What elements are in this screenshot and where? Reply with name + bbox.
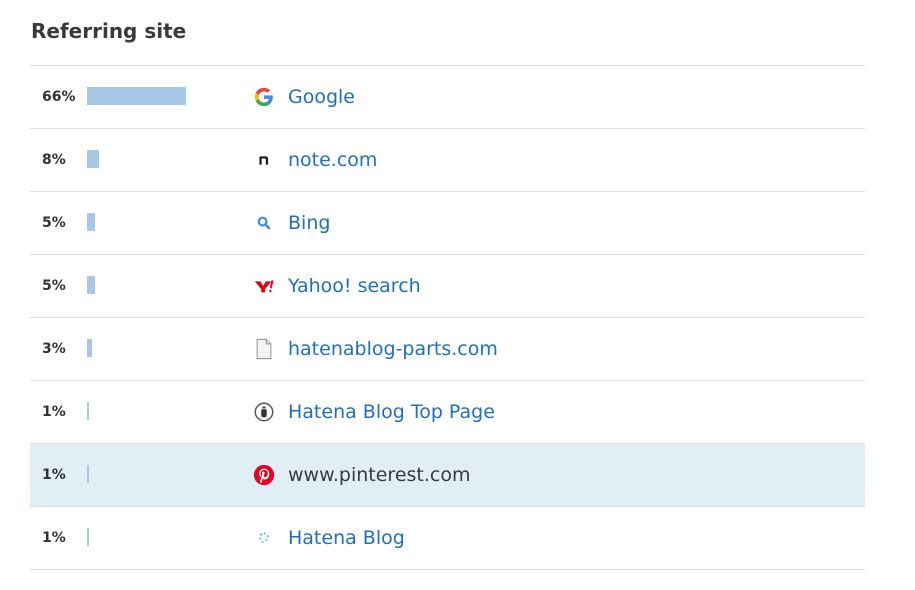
section-title: Referring site xyxy=(31,19,187,43)
referrer-link-hatenablog-parts[interactable]: hatenablog-parts.com xyxy=(288,318,498,380)
share-bar xyxy=(87,150,187,168)
percentage-label: 8% xyxy=(42,152,66,168)
referrer-link-bing[interactable]: Bing xyxy=(288,192,330,254)
hatena-blog-icon xyxy=(253,527,275,549)
share-bar xyxy=(87,276,187,294)
share-bar xyxy=(87,465,187,483)
share-bar-fill xyxy=(87,402,89,420)
referrer-row: 5% Bing xyxy=(30,192,865,255)
referrer-link-hatena-blog[interactable]: Hatena Blog xyxy=(288,507,405,569)
referrer-link-hatena-blog-top-page[interactable]: Hatena Blog Top Page xyxy=(288,381,495,443)
share-bar-fill xyxy=(87,276,95,294)
note-icon xyxy=(253,149,275,171)
referrer-link-yahoo[interactable]: Yahoo! search xyxy=(288,255,421,317)
share-bar-fill xyxy=(87,213,95,231)
share-bar-fill xyxy=(87,87,186,105)
share-bar xyxy=(87,87,187,105)
referrer-link-google[interactable]: Google xyxy=(288,66,355,128)
referrer-row: 3% hatenablog-parts.com xyxy=(30,318,865,381)
google-icon xyxy=(253,86,275,108)
share-bar xyxy=(87,402,187,420)
percentage-label: 3% xyxy=(42,341,66,357)
hatena-blog-top-icon xyxy=(253,401,275,423)
referrer-row: 5% Yahoo! search xyxy=(30,255,865,318)
share-bar xyxy=(87,339,187,357)
percentage-label: 5% xyxy=(42,278,66,294)
share-bar-fill xyxy=(87,465,89,483)
percentage-label: 1% xyxy=(42,467,66,483)
bing-search-icon xyxy=(253,212,275,234)
referrer-row: 66% Google xyxy=(30,66,865,129)
percentage-label: 66% xyxy=(42,89,76,105)
referrer-row: 1% Hatena Blog Top Page xyxy=(30,381,865,444)
percentage-label: 1% xyxy=(42,404,66,420)
referrer-row: 1% Hatena Blog xyxy=(30,507,865,570)
yahoo-icon xyxy=(253,275,275,297)
percentage-label: 1% xyxy=(42,530,66,546)
share-bar-fill xyxy=(87,150,99,168)
share-bar-fill xyxy=(87,528,89,546)
referrer-link-note[interactable]: note.com xyxy=(288,129,377,191)
share-bar xyxy=(87,213,187,231)
referrer-link-pinterest[interactable]: www.pinterest.com xyxy=(288,444,471,506)
share-bar xyxy=(87,528,187,546)
pinterest-icon xyxy=(253,464,275,486)
referrer-row-highlighted: 1% www.pinterest.com xyxy=(30,444,865,507)
document-icon xyxy=(253,338,275,360)
percentage-label: 5% xyxy=(42,215,66,231)
referrer-row: 8% note.com xyxy=(30,129,865,192)
referring-site-list: 66% Google 8% note.com 5% Bing 5% Yahoo!… xyxy=(30,65,865,570)
share-bar-fill xyxy=(87,339,92,357)
